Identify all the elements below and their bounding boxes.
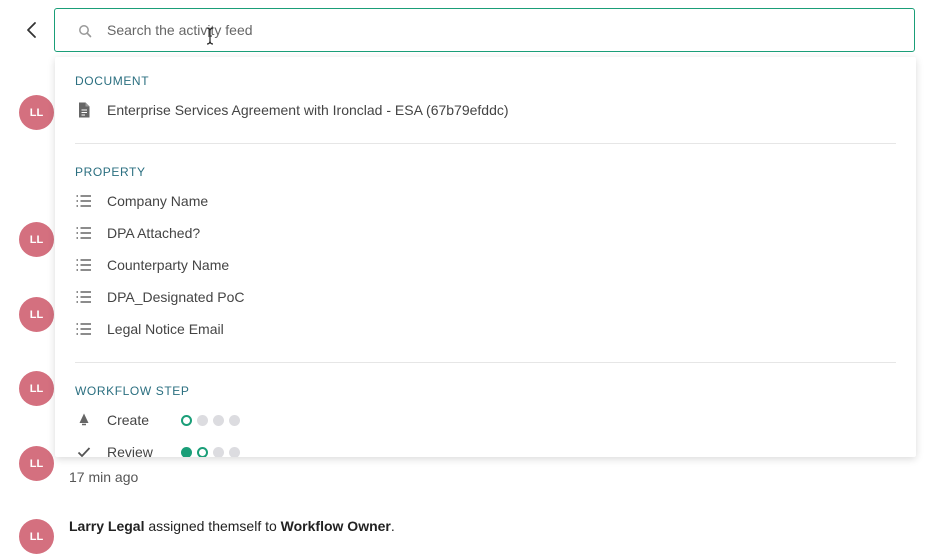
result-property[interactable]: Company Name [75,189,208,213]
step-progress-indicator [181,414,245,426]
feed-end: . [390,518,395,534]
feed-timestamp: 17 min ago [69,469,139,485]
avatar-initials: LL [29,308,44,321]
progress-dot-done [181,446,192,457]
result-label: Company Name [107,193,209,209]
document-icon [75,101,93,119]
list-icon [75,256,93,274]
result-label: Legal Notice Email [107,321,224,337]
avatar: LL [19,95,54,130]
result-document[interactable]: Enterprise Services Agreement with Ironc… [75,98,509,122]
result-property[interactable]: Legal Notice Email [75,317,224,341]
feed-actor: Larry Legal [69,518,145,534]
result-property[interactable]: DPA Attached? [75,221,200,245]
text-cursor-icon [206,27,214,45]
step-progress-indicator [181,446,245,457]
progress-dot-pending [213,446,224,457]
result-label: Enterprise Services Agreement with Ironc… [107,102,509,118]
feed-entry-text: Larry Legal assigned themself to Workflo… [69,518,395,534]
avatar: LL [19,446,54,481]
avatar-initials: LL [29,457,44,470]
section-divider [75,143,896,144]
result-label: Review [107,444,153,457]
avatar-initials: LL [29,382,44,395]
avatar: LL [19,222,54,257]
feed-action: assigned themself to [144,518,281,534]
search-icon [79,25,92,38]
activity-search-box[interactable] [54,8,915,52]
list-icon [75,192,93,210]
avatar-initials: LL [29,106,44,119]
progress-dot-pending [229,414,240,426]
result-label: DPA Attached? [107,225,201,241]
result-workflow-step[interactable]: Create [75,408,245,432]
result-property[interactable]: DPA_Designated PoC [75,285,244,309]
avatar: LL [19,297,54,332]
progress-dot-current [197,446,208,457]
back-chevron-icon[interactable] [22,20,42,40]
section-title-workflow-step: WORKFLOW STEP [75,384,190,398]
search-results-dropdown: DOCUMENT Enterprise Services Agreement w… [55,57,916,457]
result-workflow-step[interactable]: Review [75,440,245,457]
section-title-property: PROPERTY [75,165,146,179]
list-icon [75,224,93,242]
create-step-icon [75,411,93,429]
check-icon [75,443,93,457]
list-icon [75,320,93,338]
result-label: Create [107,412,150,428]
progress-dot-pending [213,414,224,426]
feed-target: Workflow Owner [280,518,391,534]
list-icon [75,288,93,306]
avatar-initials: LL [29,530,44,543]
search-input[interactable] [107,9,897,51]
result-property[interactable]: Counterparty Name [75,253,229,277]
progress-dot-pending [197,414,208,426]
progress-dot-current [181,414,192,426]
avatar: LL [19,371,54,406]
avatar-initials: LL [29,233,44,246]
section-divider [75,362,896,363]
avatar: LL [19,519,54,554]
section-title-document: DOCUMENT [75,74,150,88]
result-label: DPA_Designated PoC [107,289,245,305]
result-label: Counterparty Name [107,257,230,273]
progress-dot-pending [229,446,240,457]
